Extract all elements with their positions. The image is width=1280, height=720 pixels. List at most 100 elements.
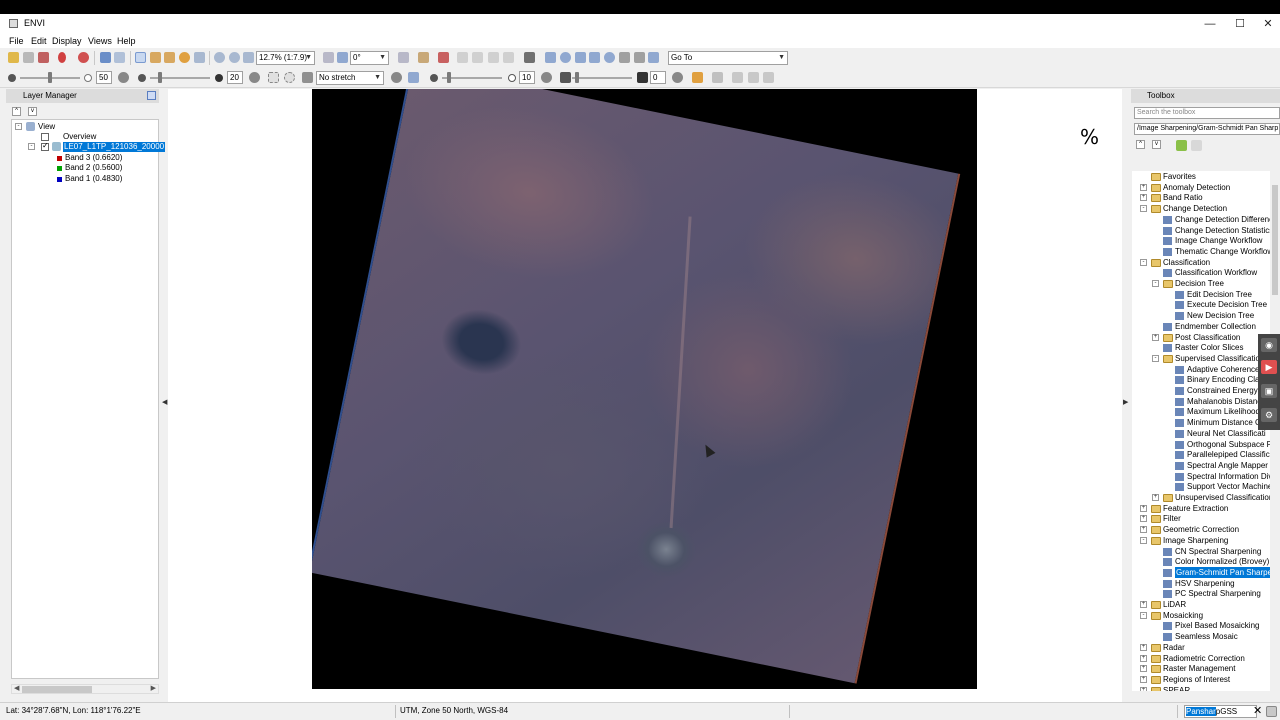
keyboard-icon[interactable] — [524, 52, 535, 63]
layer-checkbox[interactable] — [41, 141, 49, 151]
zoom-out-icon[interactable] — [229, 52, 240, 63]
menu-help[interactable]: Help — [117, 36, 136, 46]
rotate-icon[interactable] — [179, 52, 190, 63]
layout-icon[interactable] — [732, 72, 743, 83]
pin-icon[interactable] — [147, 91, 156, 100]
transparency-value[interactable]: 0 — [650, 71, 666, 84]
rotate-left-icon[interactable] — [323, 52, 334, 63]
cursor-value-icon[interactable] — [560, 52, 571, 63]
collapse-icon[interactable]: - — [1140, 205, 1147, 213]
merge-icon[interactable] — [503, 52, 514, 63]
collapse-icon[interactable]: - — [28, 143, 35, 150]
brightness-value[interactable]: 50 — [96, 71, 112, 84]
layer-icon[interactable] — [648, 52, 659, 63]
vector-edit-icon[interactable] — [438, 52, 449, 63]
join-icon[interactable] — [472, 52, 483, 63]
rotation-combo[interactable]: 0° ▼ — [350, 51, 389, 65]
spectral-profile-icon[interactable] — [634, 52, 645, 63]
pan-hand-icon[interactable] — [150, 52, 161, 63]
expand-icon[interactable]: + — [1140, 194, 1147, 202]
toolbox-scrollbar[interactable] — [1270, 171, 1280, 691]
expand-all-icon[interactable]: v — [28, 107, 37, 116]
sharpen-slider[interactable] — [442, 77, 502, 79]
add-favorite-icon[interactable] — [1176, 140, 1187, 151]
expand-icon[interactable]: + — [1140, 686, 1147, 691]
stretch-region-icon[interactable] — [268, 72, 279, 83]
undo-icon[interactable] — [100, 52, 111, 63]
brightness-slider-thumb[interactable] — [48, 72, 52, 83]
stretch-combo[interactable]: No stretch ▼ — [316, 71, 384, 85]
expand-icon[interactable]: + — [1152, 333, 1159, 341]
raster-canvas[interactable] — [312, 89, 977, 689]
profile-icon[interactable] — [619, 52, 630, 63]
scroll-right-icon[interactable]: ▶ — [151, 684, 156, 692]
sharpen-slider-thumb[interactable] — [447, 72, 451, 83]
reset-brightness-icon[interactable] — [118, 72, 129, 83]
sharpen-value[interactable]: 10 — [519, 71, 535, 84]
data-manager-icon[interactable] — [23, 52, 34, 63]
image-icon[interactable]: ▣ — [1261, 384, 1277, 398]
rotate-right-icon[interactable] — [337, 52, 348, 63]
stretch-ellipse-icon[interactable] — [284, 72, 295, 83]
gear-icon[interactable]: ⚙ — [1261, 408, 1277, 422]
expand-icon[interactable]: + — [1140, 183, 1147, 191]
collapse-icon[interactable]: - — [1140, 536, 1147, 544]
close-icon[interactable]: ✕ — [1253, 704, 1262, 717]
reset-transparency-icon[interactable] — [672, 72, 683, 83]
process-search-field[interactable]: PansharpGSS — [1184, 705, 1257, 718]
expand-all-icon[interactable]: v — [1152, 140, 1161, 149]
expand-icon[interactable]: + — [1140, 665, 1147, 673]
zoom-icon[interactable] — [194, 52, 205, 63]
menu-display[interactable]: Display — [52, 36, 82, 46]
crosshairs-icon[interactable] — [545, 52, 556, 63]
menu-file[interactable]: File — [9, 36, 24, 46]
chip-display-icon[interactable] — [712, 72, 723, 83]
transparency-slider-thumb[interactable] — [575, 72, 579, 83]
menu-edit[interactable]: Edit — [31, 36, 47, 46]
collapse-all-icon[interactable]: ^ — [1136, 140, 1145, 149]
chip-icon[interactable] — [38, 52, 49, 63]
fly-icon[interactable] — [164, 52, 175, 63]
collapse-icon[interactable]: - — [15, 123, 22, 130]
overview-checkbox[interactable] — [41, 133, 49, 141]
layout-3-icon[interactable] — [763, 72, 774, 83]
redo-icon[interactable] — [114, 52, 125, 63]
layout-2-icon[interactable] — [748, 72, 759, 83]
collapse-icon[interactable]: - — [1140, 611, 1147, 619]
refresh-stretch-icon[interactable] — [391, 72, 402, 83]
stretch-icon[interactable] — [302, 72, 313, 83]
contrast-value[interactable]: 20 — [227, 71, 243, 84]
minimize-button[interactable]: — — [1195, 16, 1225, 32]
reset-contrast-icon[interactable] — [249, 72, 260, 83]
reset-sharpen-icon[interactable] — [541, 72, 552, 83]
histogram-icon[interactable] — [408, 72, 419, 83]
expand-icon[interactable]: + — [1140, 504, 1147, 512]
chip-view-icon[interactable] — [589, 52, 600, 63]
expand-icon[interactable]: + — [1140, 526, 1147, 534]
menu-views[interactable]: Views — [88, 36, 112, 46]
annotation-icon[interactable] — [418, 52, 429, 63]
resize-grip-icon[interactable] — [1266, 706, 1277, 717]
select-arrow-icon[interactable] — [135, 52, 146, 63]
collapse-icon[interactable]: - — [1140, 258, 1147, 266]
goto-combo[interactable]: Go To ▼ — [668, 51, 788, 65]
video-icon[interactable]: ▶ — [1261, 360, 1277, 374]
collapse-icon[interactable]: - — [1152, 354, 1159, 362]
north-up-icon[interactable] — [398, 52, 409, 63]
transparency-slider[interactable] — [572, 77, 632, 79]
maximize-button[interactable]: ☐ — [1225, 16, 1255, 32]
zoom-full-icon[interactable] — [243, 52, 254, 63]
scrollbar-thumb[interactable] — [22, 686, 92, 693]
open-icon[interactable] — [8, 52, 19, 63]
expand-icon[interactable]: + — [1140, 675, 1147, 683]
collapse-all-icon[interactable]: ^ — [12, 107, 21, 116]
toolbox-search-input[interactable]: Search the toolbox — [1134, 107, 1280, 119]
measurement-icon[interactable] — [692, 72, 703, 83]
collapse-right-panel-icon[interactable]: ▶ — [1123, 398, 1128, 408]
expand-icon[interactable]: + — [1140, 515, 1147, 523]
contrast-slider-thumb[interactable] — [158, 72, 162, 83]
collapse-left-panel-icon[interactable]: ◀ — [162, 398, 167, 408]
expand-icon[interactable]: + — [1152, 494, 1159, 501]
vertex-icon[interactable] — [457, 52, 468, 63]
expand-icon[interactable]: + — [1140, 601, 1147, 608]
